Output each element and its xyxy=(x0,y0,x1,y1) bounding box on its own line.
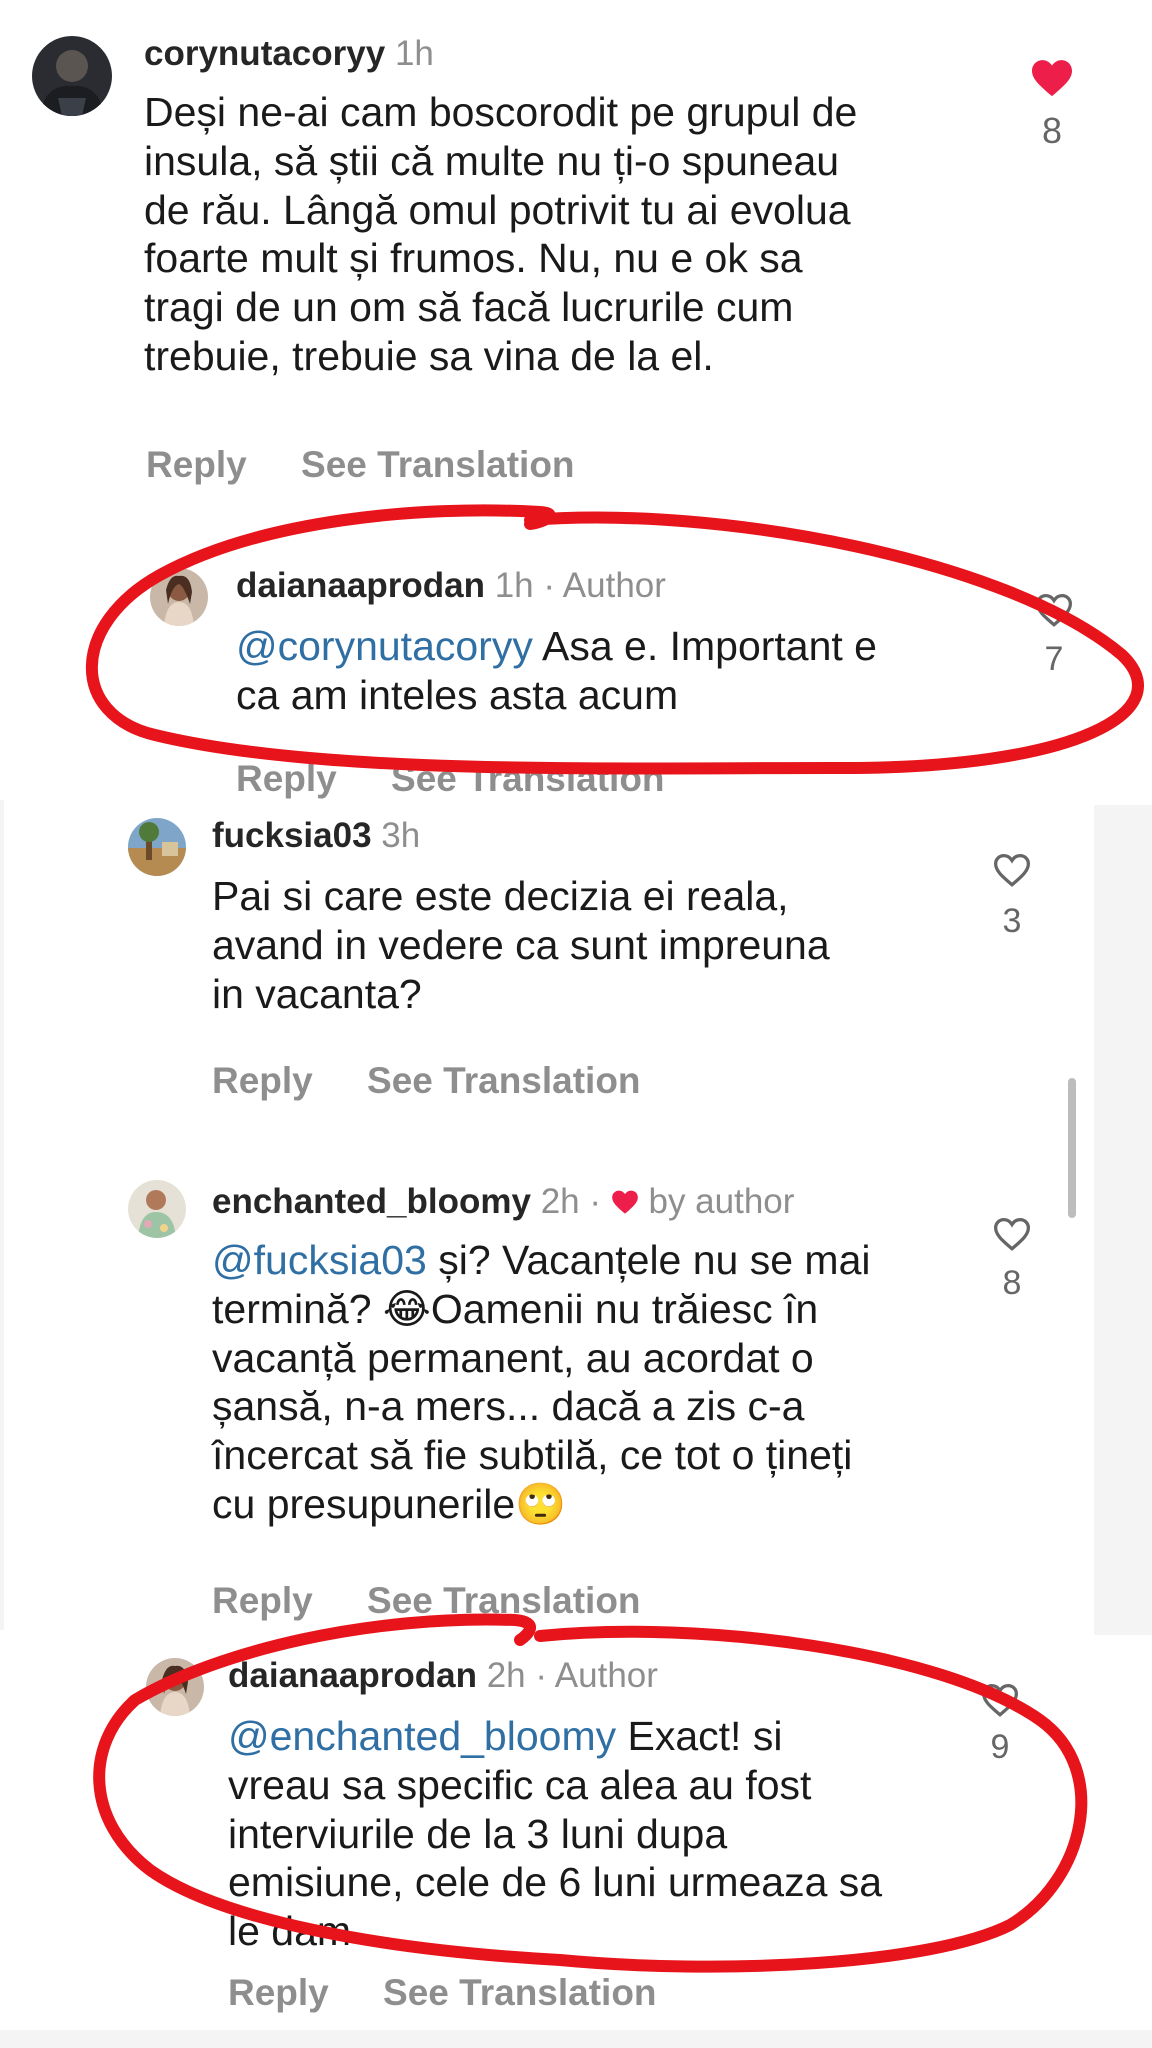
comment-text: @corynutacoryy Asa e. Important e ca am … xyxy=(236,622,877,720)
text-line: Deși ne-ai cam boscorodit pe grupul de xyxy=(144,89,858,135)
text-line: insula, să știi că multe nu ți-o spuneau xyxy=(144,137,840,184)
reply-daianaaprodan-1: daianaaprodan 1h · Author @corynutacoryy… xyxy=(0,540,1152,810)
heart-outline-icon[interactable] xyxy=(974,1216,1050,1252)
text-line: emisiune, cele de 6 luni urmeaza sa xyxy=(228,1859,883,1906)
username[interactable]: daianaaprodan xyxy=(236,566,485,605)
text-line: avand in vedere ca sunt impreuna xyxy=(212,921,830,968)
text-line: încercat să fie subtilă, ce tot o țineți xyxy=(212,1432,853,1479)
text-line: termină? 😂Oamenii nu trăiesc în xyxy=(212,1285,819,1332)
like-count: 8 xyxy=(1002,1264,1022,1302)
text-line: vreau sa specific ca alea au fost xyxy=(228,1761,812,1808)
avatar[interactable] xyxy=(32,36,112,116)
text-line: Pai si care este decizia ei reala, xyxy=(212,873,789,919)
avatar[interactable] xyxy=(128,818,186,876)
timestamp: 1h xyxy=(494,566,534,605)
author-badge: · Author xyxy=(543,566,666,605)
see-translation-button[interactable]: See Translation xyxy=(367,1060,641,1102)
comment-text: Deși ne-ai cam boscorodit pe grupul de i… xyxy=(144,88,857,381)
text-line: cu presupunerile🙄 xyxy=(212,1480,567,1527)
reply-button[interactable]: Reply xyxy=(212,1060,313,1102)
like-count: 9 xyxy=(990,1728,1010,1766)
comment-text: @enchanted_bloomy Exact! si vreau sa spe… xyxy=(228,1712,882,1956)
reply-button[interactable]: Reply xyxy=(236,758,337,800)
username[interactable]: enchanted_bloomy xyxy=(212,1182,531,1221)
comment-fucksia03: fucksia03 3h Pai si care este decizia ei… xyxy=(0,808,1152,1148)
reply-button[interactable]: Reply xyxy=(146,444,247,486)
text-line: de rău. Lângă omul potrivit tu ai evolua xyxy=(144,186,851,233)
text-line: vacanță permanent, au acordat o xyxy=(212,1334,814,1381)
username[interactable]: daianaaprodan xyxy=(228,1656,477,1695)
text-line: trebuie, trebuie sa vina de la el. xyxy=(144,332,714,379)
like-control: 9 xyxy=(962,1682,1038,1767)
reply-button[interactable]: Reply xyxy=(228,1972,329,2014)
see-translation-button[interactable]: See Translation xyxy=(301,444,575,486)
reply-button[interactable]: Reply xyxy=(212,1580,313,1622)
liked-by-author-label: by author xyxy=(648,1182,795,1221)
text-line: foarte mult și frumos. Nu, nu e ok sa xyxy=(144,235,803,282)
comment-actions: Reply See Translation xyxy=(236,758,665,800)
username[interactable]: fucksia03 xyxy=(212,816,372,855)
avatar[interactable] xyxy=(146,1658,204,1716)
mention-link[interactable]: @corynutacoryy xyxy=(236,623,533,669)
reply-daianaaprodan-2: daianaaprodan 2h · Author @enchanted_blo… xyxy=(0,1636,1152,2031)
timestamp: 2h xyxy=(486,1656,526,1695)
comment-header: daianaaprodan 2h · Author xyxy=(228,1656,658,1696)
heart-badge-icon xyxy=(611,1184,639,1224)
like-count: 7 xyxy=(1044,640,1064,678)
comment-actions: Reply See Translation xyxy=(228,1972,657,2014)
comment-text: Pai si care este decizia ei reala, avand… xyxy=(212,872,830,1018)
see-translation-button[interactable]: See Translation xyxy=(383,1972,657,2014)
comment-header: corynutacoryy 1h xyxy=(144,34,434,74)
text-line: șansă, n-a mers... dacă a zis c-a xyxy=(212,1383,805,1430)
like-count: 3 xyxy=(1002,902,1022,940)
like-control: 8 xyxy=(974,1216,1050,1303)
timestamp: 1h xyxy=(394,34,434,73)
avatar[interactable] xyxy=(150,568,208,626)
heart-outline-icon[interactable] xyxy=(1016,592,1092,628)
text-line: interviurile de la 3 luni dupa xyxy=(228,1810,728,1857)
like-count: 8 xyxy=(1041,110,1063,151)
background-strip-bottom xyxy=(0,2030,1152,2048)
see-translation-button[interactable]: See Translation xyxy=(391,758,665,800)
text-line: le dam xyxy=(228,1908,352,1955)
timestamp: 2h xyxy=(540,1182,580,1221)
like-control: 8 xyxy=(1014,58,1090,152)
comment-header: daianaaprodan 1h · Author xyxy=(236,566,666,606)
comment-text: @fucksia03 și? Vacanțele nu se mai termi… xyxy=(212,1236,871,1529)
like-control: 3 xyxy=(974,852,1050,941)
comment-actions: Reply See Translation xyxy=(212,1060,641,1102)
avatar[interactable] xyxy=(128,1180,186,1238)
scrollbar-thumb[interactable] xyxy=(1068,1078,1076,1218)
separator-dot: · xyxy=(589,1182,602,1221)
text-line: @corynutacoryy Asa e. Important e xyxy=(236,623,877,669)
text-line: @enchanted_bloomy Exact! si xyxy=(228,1713,783,1759)
mention-link[interactable]: @enchanted_bloomy xyxy=(228,1713,616,1759)
text-line: in vacanta? xyxy=(212,970,422,1017)
text-line: @fucksia03 și? Vacanțele nu se mai xyxy=(212,1237,871,1283)
see-translation-button[interactable]: See Translation xyxy=(367,1580,641,1622)
author-badge: · Author xyxy=(535,1656,658,1695)
timestamp: 3h xyxy=(381,816,421,855)
comment-actions: Reply See Translation xyxy=(212,1580,641,1622)
comment-actions: Reply See Translation xyxy=(146,444,575,486)
comment-header: fucksia03 3h xyxy=(212,816,420,856)
comment-enchanted_bloomy: enchanted_bloomy 2h · by author @fucksia… xyxy=(0,1168,1152,1638)
mention-link[interactable]: @fucksia03 xyxy=(212,1237,427,1283)
text-line: tragi de un om să facă lucrurile cum xyxy=(144,284,794,331)
heart-outline-icon[interactable] xyxy=(962,1682,1038,1718)
heart-outline-icon[interactable] xyxy=(974,852,1050,888)
like-control: 7 xyxy=(1016,592,1092,679)
heart-filled-icon[interactable] xyxy=(1014,58,1090,98)
username[interactable]: corynutacoryy xyxy=(144,34,385,73)
text-line: ca am inteles asta acum xyxy=(236,671,679,718)
comment-corynutacoryy: corynutacoryy 1h Deși ne-ai cam boscorod… xyxy=(0,0,1152,500)
comment-header: enchanted_bloomy 2h · by author xyxy=(212,1182,794,1224)
